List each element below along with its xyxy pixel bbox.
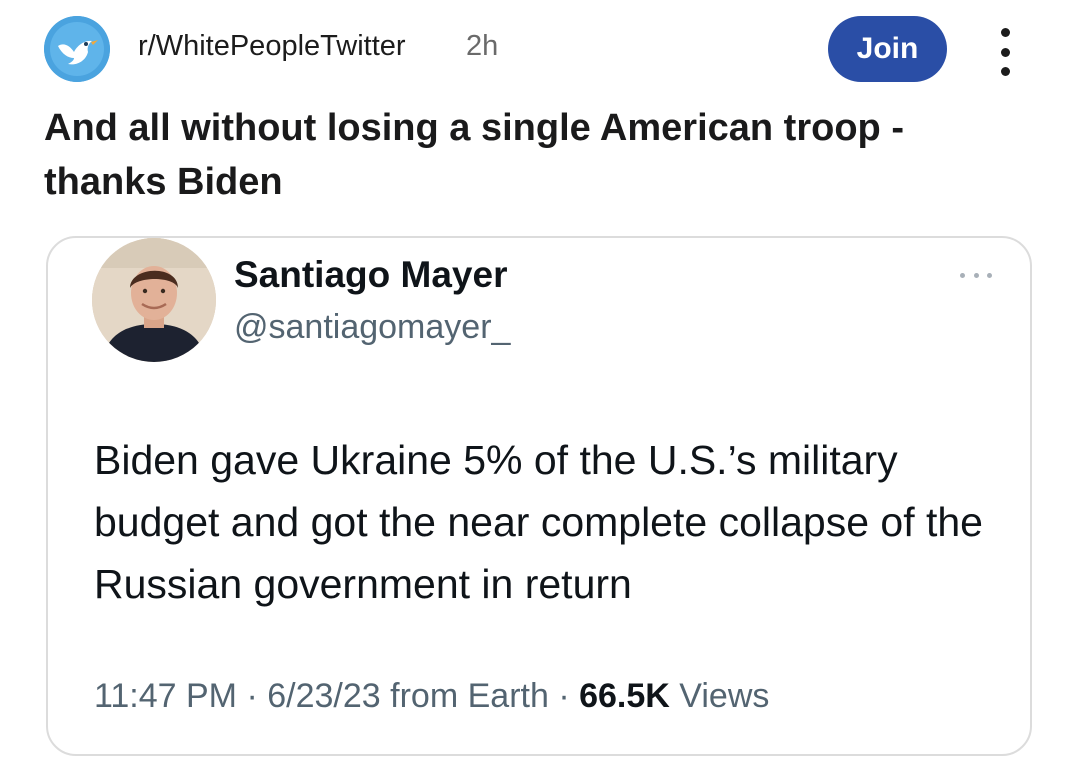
menu-dot (1000, 67, 1010, 76)
menu-dot (1000, 28, 1010, 37)
author-photo (92, 238, 216, 362)
more-horizontal-icon[interactable] (960, 270, 992, 280)
menu-dot (973, 272, 979, 278)
menu-dot (1000, 47, 1010, 57)
tweet-meta: 11:47 PM · 6/23/23 from Earth · 66.5K Vi… (94, 677, 769, 716)
author-handle[interactable]: @santiagomayer_ (234, 308, 510, 347)
post-header: r/WhitePeopleTwitter 2h Join (44, 16, 1044, 82)
tweet-source: from Earth (390, 677, 549, 715)
subreddit-avatar[interactable] (44, 16, 110, 82)
tweet-card[interactable]: Santiago Mayer @santiagomayer_ Biden gav… (46, 236, 1032, 756)
meta-separator: · (558, 677, 570, 715)
more-vertical-icon[interactable] (988, 28, 1022, 76)
post-age: 2h (466, 30, 499, 62)
menu-dot (960, 272, 965, 278)
author-name[interactable]: Santiago Mayer (234, 254, 507, 296)
views-count: 66.5K (579, 677, 670, 715)
menu-dot (987, 272, 992, 278)
meta-separator: · (246, 677, 258, 715)
tweet-time[interactable]: 11:47 PM (94, 677, 237, 715)
views-label: Views (679, 677, 770, 715)
join-button[interactable]: Join (828, 16, 947, 82)
tweet-text: Biden gave Ukraine 5% of the U.S.’s mili… (94, 437, 983, 607)
bird-icon (44, 16, 110, 82)
tweet-date[interactable]: 6/23/23 (267, 677, 380, 715)
subreddit-name[interactable]: r/WhitePeopleTwitter (138, 30, 406, 63)
author-avatar[interactable] (92, 238, 216, 362)
post-title[interactable]: And all without losing a single American… (44, 101, 1034, 209)
